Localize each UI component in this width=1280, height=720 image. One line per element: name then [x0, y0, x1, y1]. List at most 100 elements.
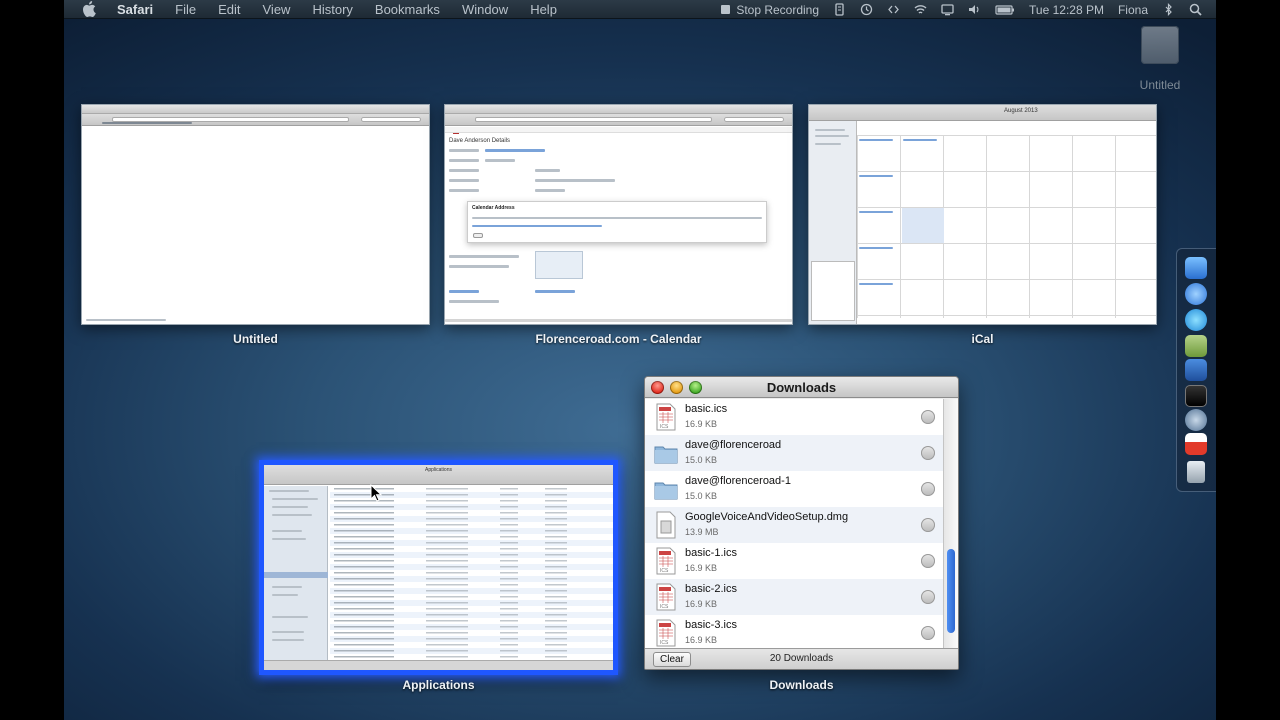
photoshop-dock-icon[interactable] [1185, 359, 1207, 381]
download-file-name: dave@florenceroad-1 [685, 475, 791, 487]
script-menu-icon[interactable] [833, 3, 846, 16]
mouse-cursor-icon [370, 484, 382, 502]
finder-toolbar: Applications [264, 465, 613, 485]
browser-toolbar [445, 114, 792, 126]
time-machine-icon[interactable] [860, 3, 873, 16]
code-brackets-icon[interactable] [887, 3, 900, 16]
system-preferences-dock-icon[interactable] [1185, 409, 1207, 431]
svg-text:ICS: ICS [660, 604, 669, 610]
download-item[interactable]: GoogleVoiceAndVideoSetup.dmg 13.9 MB [645, 507, 943, 543]
display-mirror-icon[interactable] [941, 3, 954, 16]
window-titlebar [82, 105, 429, 114]
menu-history[interactable]: History [301, 0, 363, 19]
caption-downloads: Downloads [769, 678, 834, 692]
stop-recording-icon [721, 5, 731, 14]
download-item[interactable]: ICS basic-1.ics 16.9 KB [645, 543, 943, 579]
zoom-button[interactable] [689, 381, 702, 394]
menu-view[interactable]: View [252, 0, 302, 19]
reveal-in-finder-icon[interactable] [921, 590, 935, 604]
ical-dock-icon[interactable] [1185, 433, 1207, 455]
reveal-in-finder-icon[interactable] [921, 518, 935, 532]
ical-toolbar [809, 105, 1156, 121]
stop-recording-label: Stop Recording [736, 2, 820, 17]
window-titlebar [445, 105, 792, 114]
window-thumbnail-ical[interactable]: August 2013 [808, 104, 1157, 325]
drive-label: Untitled [1139, 78, 1181, 92]
menu-window[interactable]: Window [451, 0, 519, 19]
clock[interactable]: Tue 12:28 PM [1029, 3, 1104, 17]
download-item[interactable]: ICS basic-3.ics 16.9 KB [645, 615, 943, 650]
folder-icon [654, 475, 678, 503]
spotlight-icon[interactable] [1189, 3, 1202, 16]
window-thumbnail-florenceroad-calendar[interactable]: Dave Anderson Details Calendar Address [444, 104, 793, 325]
clear-button[interactable]: Clear [653, 652, 691, 667]
close-button[interactable] [651, 381, 664, 394]
downloads-titlebar: Downloads [645, 377, 958, 398]
reveal-in-finder-icon[interactable] [921, 482, 935, 496]
terminal-dock-icon[interactable] [1185, 385, 1207, 407]
ical-month-label: August 2013 [1004, 108, 1038, 114]
wifi-icon[interactable] [914, 3, 927, 16]
download-file-size: 15.0 KB [685, 455, 718, 465]
reveal-in-finder-icon[interactable] [921, 410, 935, 424]
download-file-name: GoogleVoiceAndVideoSetup.dmg [685, 511, 849, 523]
dock [1176, 248, 1216, 492]
desktop-drive[interactable]: Untitled [1120, 26, 1200, 92]
download-file-size: 13.9 MB [685, 527, 719, 537]
hard-drive-icon [1141, 26, 1179, 64]
reveal-in-finder-icon[interactable] [921, 446, 935, 460]
bluetooth-icon[interactable] [1162, 3, 1175, 16]
download-item[interactable]: ICS basic.ics 16.9 KB [645, 399, 943, 435]
mission-control-desktop: Safari File Edit View History Bookmarks … [64, 0, 1216, 720]
finder-status-bar [264, 660, 613, 670]
download-file-size: 16.9 KB [685, 419, 718, 429]
downloads-scrollbar[interactable] [943, 399, 958, 650]
minimize-button[interactable] [670, 381, 683, 394]
downloads-window[interactable]: Downloads ICS basic.ics 16.9 KB dave@floren… [644, 376, 959, 670]
safari-dock-icon[interactable] [1185, 283, 1207, 305]
menu-bookmarks[interactable]: Bookmarks [364, 0, 451, 19]
window-thumbnail-applications[interactable]: Applications [259, 460, 618, 675]
stop-recording-item[interactable]: Stop Recording [719, 3, 819, 17]
details-heading: Dave Anderson Details [449, 138, 511, 144]
downloads-footer: 20 Downloads Clear [645, 648, 958, 669]
download-item[interactable]: ICS basic-2.ics 16.9 KB [645, 579, 943, 615]
download-item[interactable]: dave@florenceroad-1 15.0 KB [645, 471, 943, 507]
download-file-size: 16.9 KB [685, 635, 718, 645]
ics-file-icon: ICS [654, 403, 678, 431]
trash-dock-icon[interactable] [1187, 461, 1205, 483]
dialog-title: Calendar Address [472, 205, 515, 211]
downloads-count: 20 Downloads [769, 653, 834, 664]
menu-app-safari[interactable]: Safari [106, 0, 164, 19]
download-file-name: dave@florenceroad [685, 439, 782, 451]
download-file-name: basic.ics [685, 403, 728, 415]
user-name[interactable]: Fiona [1118, 3, 1148, 17]
itunes-dock-icon[interactable] [1185, 309, 1207, 331]
caption-untitled: Untitled [233, 332, 278, 346]
download-item[interactable]: dave@florenceroad 15.0 KB [645, 435, 943, 471]
apple-menu-icon[interactable] [82, 1, 96, 17]
window-thumbnail-untitled[interactable] [81, 104, 430, 325]
calendar-address-dialog: Calendar Address [467, 201, 767, 243]
photo-app-dock-icon[interactable] [1185, 335, 1207, 357]
finder-dock-icon[interactable] [1185, 257, 1207, 279]
menu-help[interactable]: Help [519, 0, 568, 19]
folder-icon [654, 439, 678, 467]
menu-extras: Stop Recording Tue 12:28 PM Fiona [712, 0, 1216, 19]
downloads-list: ICS basic.ics 16.9 KB dave@florenceroad 15.0… [645, 399, 943, 650]
menu-edit[interactable]: Edit [207, 0, 251, 19]
finder-sidebar [264, 486, 328, 660]
ics-file-icon: ICS [654, 583, 678, 611]
ics-file-icon: ICS [654, 547, 678, 575]
menu-file[interactable]: File [164, 0, 207, 19]
svg-text:ICS: ICS [660, 640, 669, 646]
volume-icon[interactable] [968, 3, 981, 16]
downloads-title: Downloads [766, 380, 837, 395]
caption-ical: iCal [971, 332, 994, 346]
svg-text:ICS: ICS [660, 568, 669, 574]
reveal-in-finder-icon[interactable] [921, 554, 935, 568]
finder-file-list [330, 486, 613, 660]
battery-icon[interactable] [995, 3, 1015, 16]
scrollbar-thumb[interactable] [947, 549, 955, 633]
reveal-in-finder-icon[interactable] [921, 626, 935, 640]
